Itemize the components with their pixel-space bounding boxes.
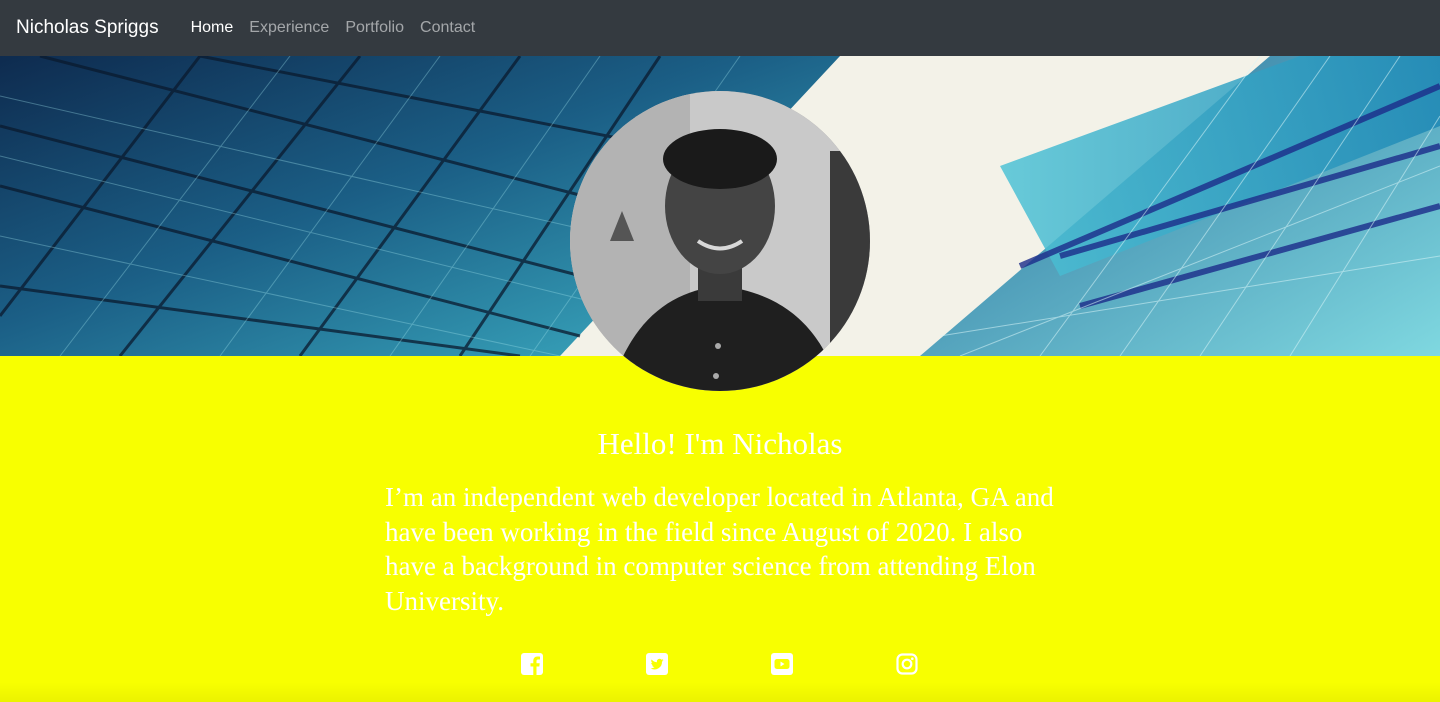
nav-experience-link[interactable]: Experience [241,19,337,37]
footer-shadow [0,682,1440,702]
nav-portfolio-link[interactable]: Portfolio [337,19,412,37]
nav-links: Home Experience Portfolio Contact [183,19,484,37]
top-navbar: Nicholas Spriggs Home Experience Portfol… [0,0,1440,56]
brand-link[interactable]: Nicholas Spriggs [16,17,159,39]
instagram-icon[interactable] [895,652,921,678]
greeting-heading: Hello! I'm Nicholas [597,426,843,461]
twitter-icon[interactable] [645,652,671,678]
nav-home-link[interactable]: Home [183,19,242,37]
social-links [0,652,1440,678]
facebook-icon[interactable] [520,652,546,678]
profile-photo [570,91,870,391]
youtube-icon[interactable] [770,652,796,678]
nav-contact-link[interactable]: Contact [412,19,483,37]
bio-paragraph: I’m an independent web developer located… [385,482,1054,616]
